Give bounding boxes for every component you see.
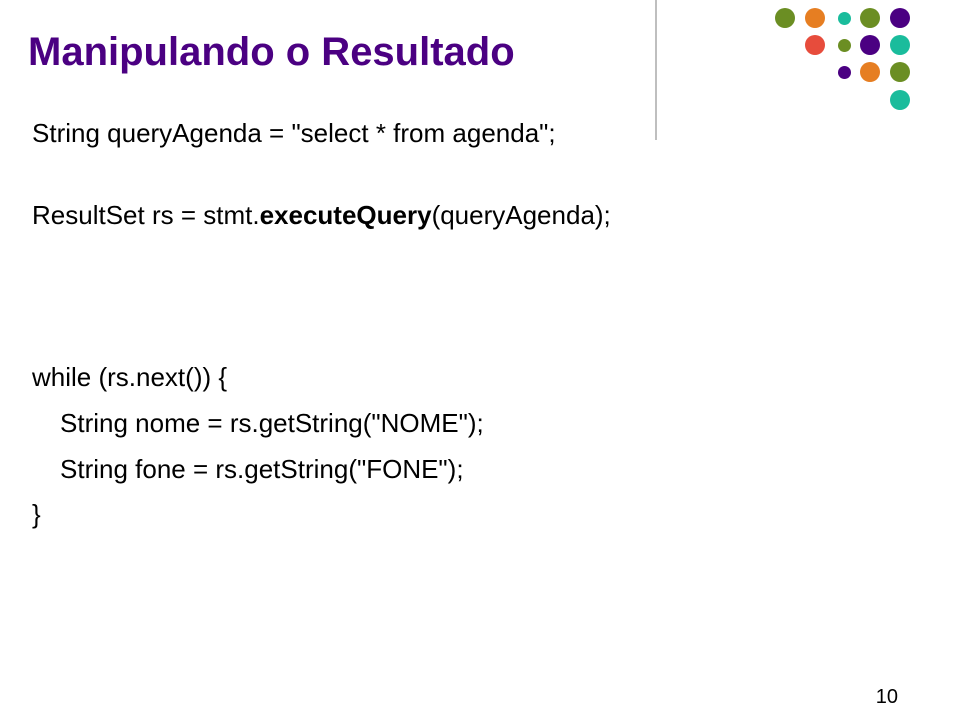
vertical-divider bbox=[655, 0, 657, 140]
code-line-6: } bbox=[32, 499, 41, 530]
page-number: 10 bbox=[876, 686, 898, 709]
code-line-2c: (queryAgenda); bbox=[432, 200, 611, 230]
code-line-4: String nome = rs.getString("NOME"); bbox=[60, 408, 484, 439]
code-line-2: ResultSet rs = stmt.executeQuery(queryAg… bbox=[32, 200, 611, 231]
code-line-3: while (rs.next()) { bbox=[32, 362, 227, 393]
code-line-5: String fone = rs.getString("FONE"); bbox=[60, 454, 464, 485]
code-line-1: String queryAgenda = "select * from agen… bbox=[32, 118, 556, 149]
code-line-2b-bold: executeQuery bbox=[260, 200, 432, 230]
slide-title: Manipulando o Resultado bbox=[28, 30, 515, 75]
decorative-dots bbox=[660, 0, 960, 120]
code-line-2a: ResultSet rs = stmt. bbox=[32, 200, 260, 230]
